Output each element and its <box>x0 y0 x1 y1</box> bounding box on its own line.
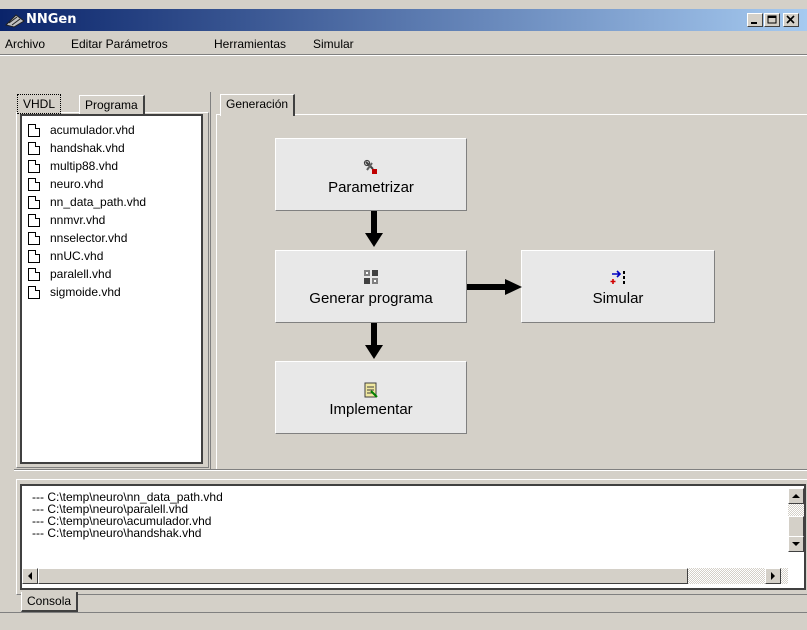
console-line: --- C:\temp\neuro\handshak.vhd <box>32 526 202 540</box>
simular-button[interactable]: Simular <box>521 250 715 323</box>
document-icon <box>28 196 40 209</box>
file-name: nnmvr.vhd <box>50 213 106 227</box>
document-icon <box>28 214 40 227</box>
tab-vhdl[interactable]: VHDL <box>17 94 62 114</box>
app-window: NNGen Archivo Editar Parámetros Herramie… <box>0 0 807 630</box>
file-name: multip88.vhd <box>50 159 119 173</box>
file-name: nnselector.vhd <box>50 231 128 245</box>
file-list: acumulador.vhd handshak.vhd multip88.vhd… <box>20 114 203 464</box>
vertical-scrollbar[interactable] <box>788 488 804 552</box>
implementar-button[interactable]: Implementar <box>275 361 467 434</box>
tab-programa[interactable]: Programa <box>79 95 145 114</box>
parametrizar-label: Parametrizar <box>328 179 414 196</box>
close-button[interactable] <box>783 13 799 27</box>
implement-icon <box>364 382 378 398</box>
tab-generacion[interactable]: Generación <box>220 94 296 116</box>
document-icon <box>28 232 40 245</box>
document-icon <box>28 160 40 173</box>
file-name: sigmoide.vhd <box>50 285 121 299</box>
scroll-down-button[interactable] <box>788 536 804 552</box>
menu-herramientas[interactable]: Herramientas <box>214 37 286 51</box>
menu-archivo[interactable]: Archivo <box>5 37 45 51</box>
implementar-label: Implementar <box>329 401 413 418</box>
file-name: handshak.vhd <box>50 141 125 155</box>
document-icon <box>28 268 40 281</box>
menu-editar-parametros[interactable]: Editar Parámetros <box>71 37 168 51</box>
file-name: nnUC.vhd <box>50 249 104 263</box>
close-icon <box>786 15 795 24</box>
arrow-up-icon <box>792 494 800 498</box>
arrow-right-icon <box>467 279 522 295</box>
generar-programa-button[interactable]: Generar programa <box>275 250 467 323</box>
document-icon <box>28 142 40 155</box>
arrow-left-icon <box>28 572 32 580</box>
arrow-down-icon <box>792 542 800 546</box>
app-logo-icon <box>5 14 25 28</box>
horizontal-scrollbar[interactable] <box>22 568 788 584</box>
arrow-right-icon <box>771 572 775 580</box>
file-name: paralell.vhd <box>50 267 112 281</box>
generate-icon <box>364 270 378 284</box>
minimize-icon <box>751 22 757 24</box>
tools-icon <box>363 159 377 174</box>
arrow-down-icon <box>365 211 383 247</box>
maximize-button[interactable] <box>764 13 780 27</box>
status-bar <box>0 612 807 630</box>
console-output: --- C:\temp\neuro\nn_data_path.vhd --- C… <box>20 484 806 590</box>
generar-programa-label: Generar programa <box>309 290 433 307</box>
arrow-down-icon <box>365 323 383 359</box>
file-name: nn_data_path.vhd <box>50 195 147 209</box>
scroll-left-button[interactable] <box>22 568 38 584</box>
document-icon <box>28 124 40 137</box>
tab-consola[interactable]: Consola <box>21 592 79 612</box>
window-title: NNGen <box>26 12 77 27</box>
toolbar-strip <box>0 54 807 93</box>
menu-bar: Archivo Editar Parámetros Herramientas S… <box>0 34 807 54</box>
maximize-icon <box>767 15 777 24</box>
scroll-thumb[interactable] <box>38 568 688 584</box>
document-icon <box>28 250 40 263</box>
parametrizar-button[interactable]: Parametrizar <box>275 138 467 211</box>
minimize-button[interactable] <box>747 13 763 27</box>
scroll-up-button[interactable] <box>788 488 804 504</box>
simulate-icon <box>610 270 625 284</box>
file-name: neuro.vhd <box>50 177 104 191</box>
simular-label: Simular <box>592 290 644 307</box>
menu-simular[interactable]: Simular <box>313 37 354 51</box>
document-icon <box>28 178 40 191</box>
document-icon <box>28 286 40 299</box>
scroll-right-button[interactable] <box>765 568 781 584</box>
title-bar[interactable]: NNGen <box>0 9 807 31</box>
file-name: acumulador.vhd <box>50 123 135 137</box>
scroll-thumb[interactable] <box>788 516 804 538</box>
